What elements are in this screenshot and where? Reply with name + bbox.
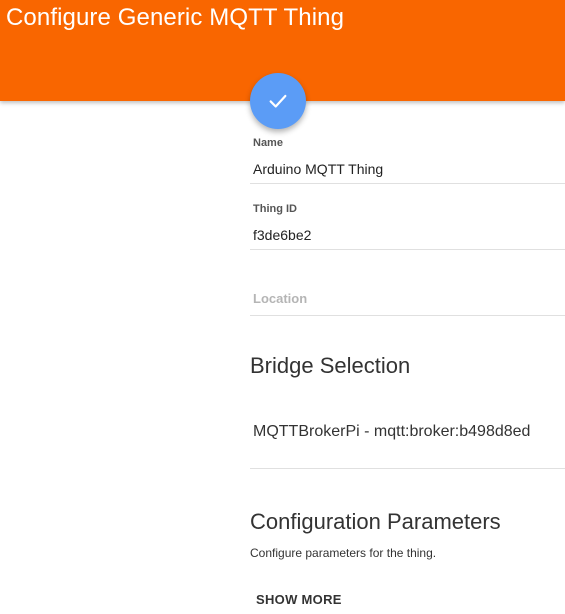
- name-field[interactable]: Name Arduino MQTT Thing: [250, 130, 565, 184]
- name-label: Name: [253, 137, 283, 149]
- bridge-selection-title: Bridge Selection: [250, 353, 411, 378]
- save-button[interactable]: [250, 73, 306, 129]
- thing-id-input[interactable]: f3de6be2: [253, 227, 311, 243]
- thing-id-label: Thing ID: [253, 203, 297, 215]
- location-input[interactable]: Location: [253, 291, 307, 306]
- name-input[interactable]: Arduino MQTT Thing: [253, 161, 383, 177]
- show-more-button[interactable]: SHOW MORE: [256, 592, 342, 607]
- location-field[interactable]: Location: [250, 262, 565, 316]
- config-parameters-title: Configuration Parameters: [250, 509, 501, 534]
- page-title: Configure Generic MQTT Thing: [6, 4, 345, 31]
- thing-id-field[interactable]: Thing ID f3de6be2: [250, 196, 565, 250]
- bridge-selector[interactable]: MQTTBrokerPi - mqtt:broker:b498d8ed: [253, 423, 530, 441]
- config-description: Configure parameters for the thing.: [250, 546, 437, 560]
- divider: [250, 468, 565, 469]
- check-icon: [269, 94, 287, 108]
